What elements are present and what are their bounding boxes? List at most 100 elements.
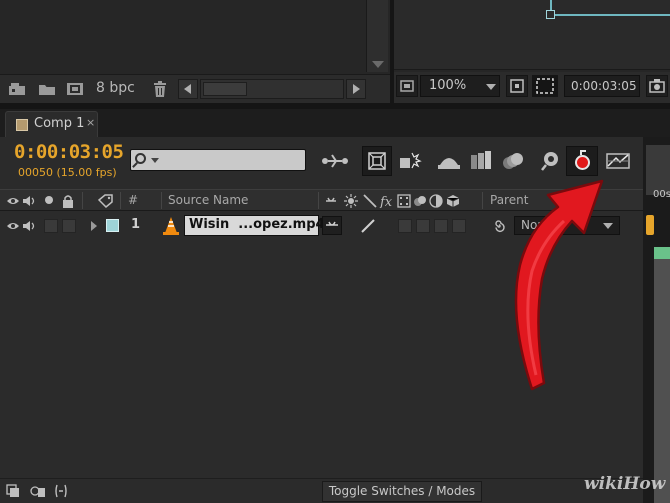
layer-row[interactable]: 1 Wisin ...opez.mp4 None [0,213,643,239]
trash-icon[interactable] [152,81,168,97]
frame-blending-icon[interactable] [468,149,494,173]
scroll-down-icon[interactable] [372,61,384,68]
viewer-canvas[interactable] [394,0,670,70]
transparency-grid-button[interactable] [532,75,558,97]
layer-list-area[interactable] [0,240,643,480]
switches-icons: fx [326,194,460,208]
shy-switch-icon [326,221,338,226]
comp-flowchart-icon[interactable] [320,149,350,173]
layer-source-name[interactable]: Wisin ...opez.mp4 [184,215,325,236]
project-panel: 8 bpc [0,0,390,103]
tab-label: Comp 1 [34,116,85,131]
snapshot-button[interactable] [646,75,668,97]
quality-switch-icon[interactable] [360,218,376,234]
composition-icon[interactable] [66,82,84,96]
audio-icon[interactable] [22,219,36,233]
work-area-bar[interactable] [646,145,670,195]
transfer-controls-pane-icon[interactable] [30,484,46,498]
effect-switch[interactable] [398,219,412,233]
tab-comp-1[interactable]: Comp 1 × [5,111,98,137]
layer-switches-pane-icon[interactable] [6,484,20,498]
parent-column-header[interactable]: Parent [490,193,528,207]
svg-text:fx: fx [379,195,393,208]
collapse-switch-icon [344,194,358,208]
folder-icon[interactable] [38,82,56,96]
scroll-left-button[interactable] [178,79,198,99]
column-separator[interactable] [482,192,483,209]
snapshot-icon [649,79,665,93]
close-icon[interactable]: × [86,116,95,129]
fx-icon: fx [379,195,393,208]
parent-dropdown[interactable]: None [514,216,620,235]
timeline-footer: Toggle Switches / Modes [0,478,643,503]
hide-shy-layers-icon[interactable] [436,149,462,173]
live-update-icon[interactable] [396,149,422,173]
lock-toggle[interactable] [62,219,76,233]
current-time-display[interactable]: 0:00:03:05 [14,141,124,163]
adjustment-layer-icon [429,194,443,208]
column-separator[interactable] [318,192,319,209]
interpret-footage-icon[interactable] [8,82,26,96]
viewer-timecode[interactable]: 0:00:03:05 [564,75,640,97]
3d-layer-icon [446,195,460,207]
audio-icon[interactable] [22,194,36,208]
zoom-dropdown[interactable]: 100% [420,75,500,97]
expand-arrow-icon[interactable] [90,220,98,232]
column-separator[interactable] [82,192,83,209]
layer-duration-bar[interactable] [654,247,670,503]
viewer-footer: 100% 0:00:03:05 [394,72,670,103]
column-separator[interactable] [161,192,162,209]
layer-bar-label [654,247,670,259]
shy-switch-icon [326,197,336,202]
draft-3d-icon [368,152,386,170]
frame-blend-switch[interactable] [416,219,430,233]
zoom-value: 100% [429,78,467,93]
toggle-switches-modes-button[interactable]: Toggle Switches / Modes [322,481,482,502]
project-scrollbar[interactable] [366,0,388,72]
pickwhip-icon[interactable] [492,219,506,233]
layer-number: 1 [131,217,141,232]
magnification-button[interactable] [396,75,418,97]
horizontal-scrollbar[interactable] [200,79,344,99]
graph-editor-icon[interactable] [604,149,632,173]
layer-label-color[interactable] [106,219,119,232]
lock-icon[interactable] [62,194,74,208]
bit-depth-label[interactable]: 8 bpc [96,80,135,96]
number-column-header[interactable]: # [128,193,138,207]
safe-zones-icon [536,78,554,94]
shy-switch[interactable] [322,216,342,235]
in-out-pane-icon[interactable] [54,483,68,499]
draft-3d-button[interactable] [362,146,392,176]
solo-toggle[interactable] [44,219,58,233]
source-name-column-header[interactable]: Source Name [168,193,248,207]
solo-icon[interactable] [44,195,54,205]
chevron-down-icon [486,84,496,90]
comp-label-swatch [16,119,28,131]
project-footer: 8 bpc [0,74,390,103]
motion-blur-switch-icon [414,196,426,206]
watermark-logo: wikiHow [584,474,666,494]
region-of-interest-button[interactable] [506,75,528,97]
motion-blur-button[interactable] [566,146,598,176]
time-ruler[interactable]: 00s [643,137,670,503]
current-time-indicator[interactable] [646,215,654,235]
motion-blur-switch[interactable] [434,219,448,233]
quality-switch-icon [363,194,377,208]
composition-viewer: 100% 0:00:03:05 [394,0,670,103]
search-input[interactable] [130,149,306,171]
transform-handle[interactable] [546,10,555,19]
ruler-label: 00s [653,189,670,200]
label-icon[interactable] [98,194,114,208]
scroll-thumb[interactable] [203,82,247,96]
eye-icon[interactable] [6,194,20,208]
chevron-down-icon [603,223,613,229]
timeline-tab-bar: Comp 1 × [0,109,670,137]
column-separator[interactable] [120,192,121,209]
motion-blur-icon [575,155,590,170]
scroll-right-button[interactable] [346,79,366,99]
chevron-down-icon[interactable] [151,158,159,163]
eye-icon[interactable] [6,219,20,233]
motion-blur-layers-icon[interactable] [500,149,526,173]
adjustment-switch[interactable] [452,219,466,233]
brainstorm-icon[interactable] [538,149,562,173]
